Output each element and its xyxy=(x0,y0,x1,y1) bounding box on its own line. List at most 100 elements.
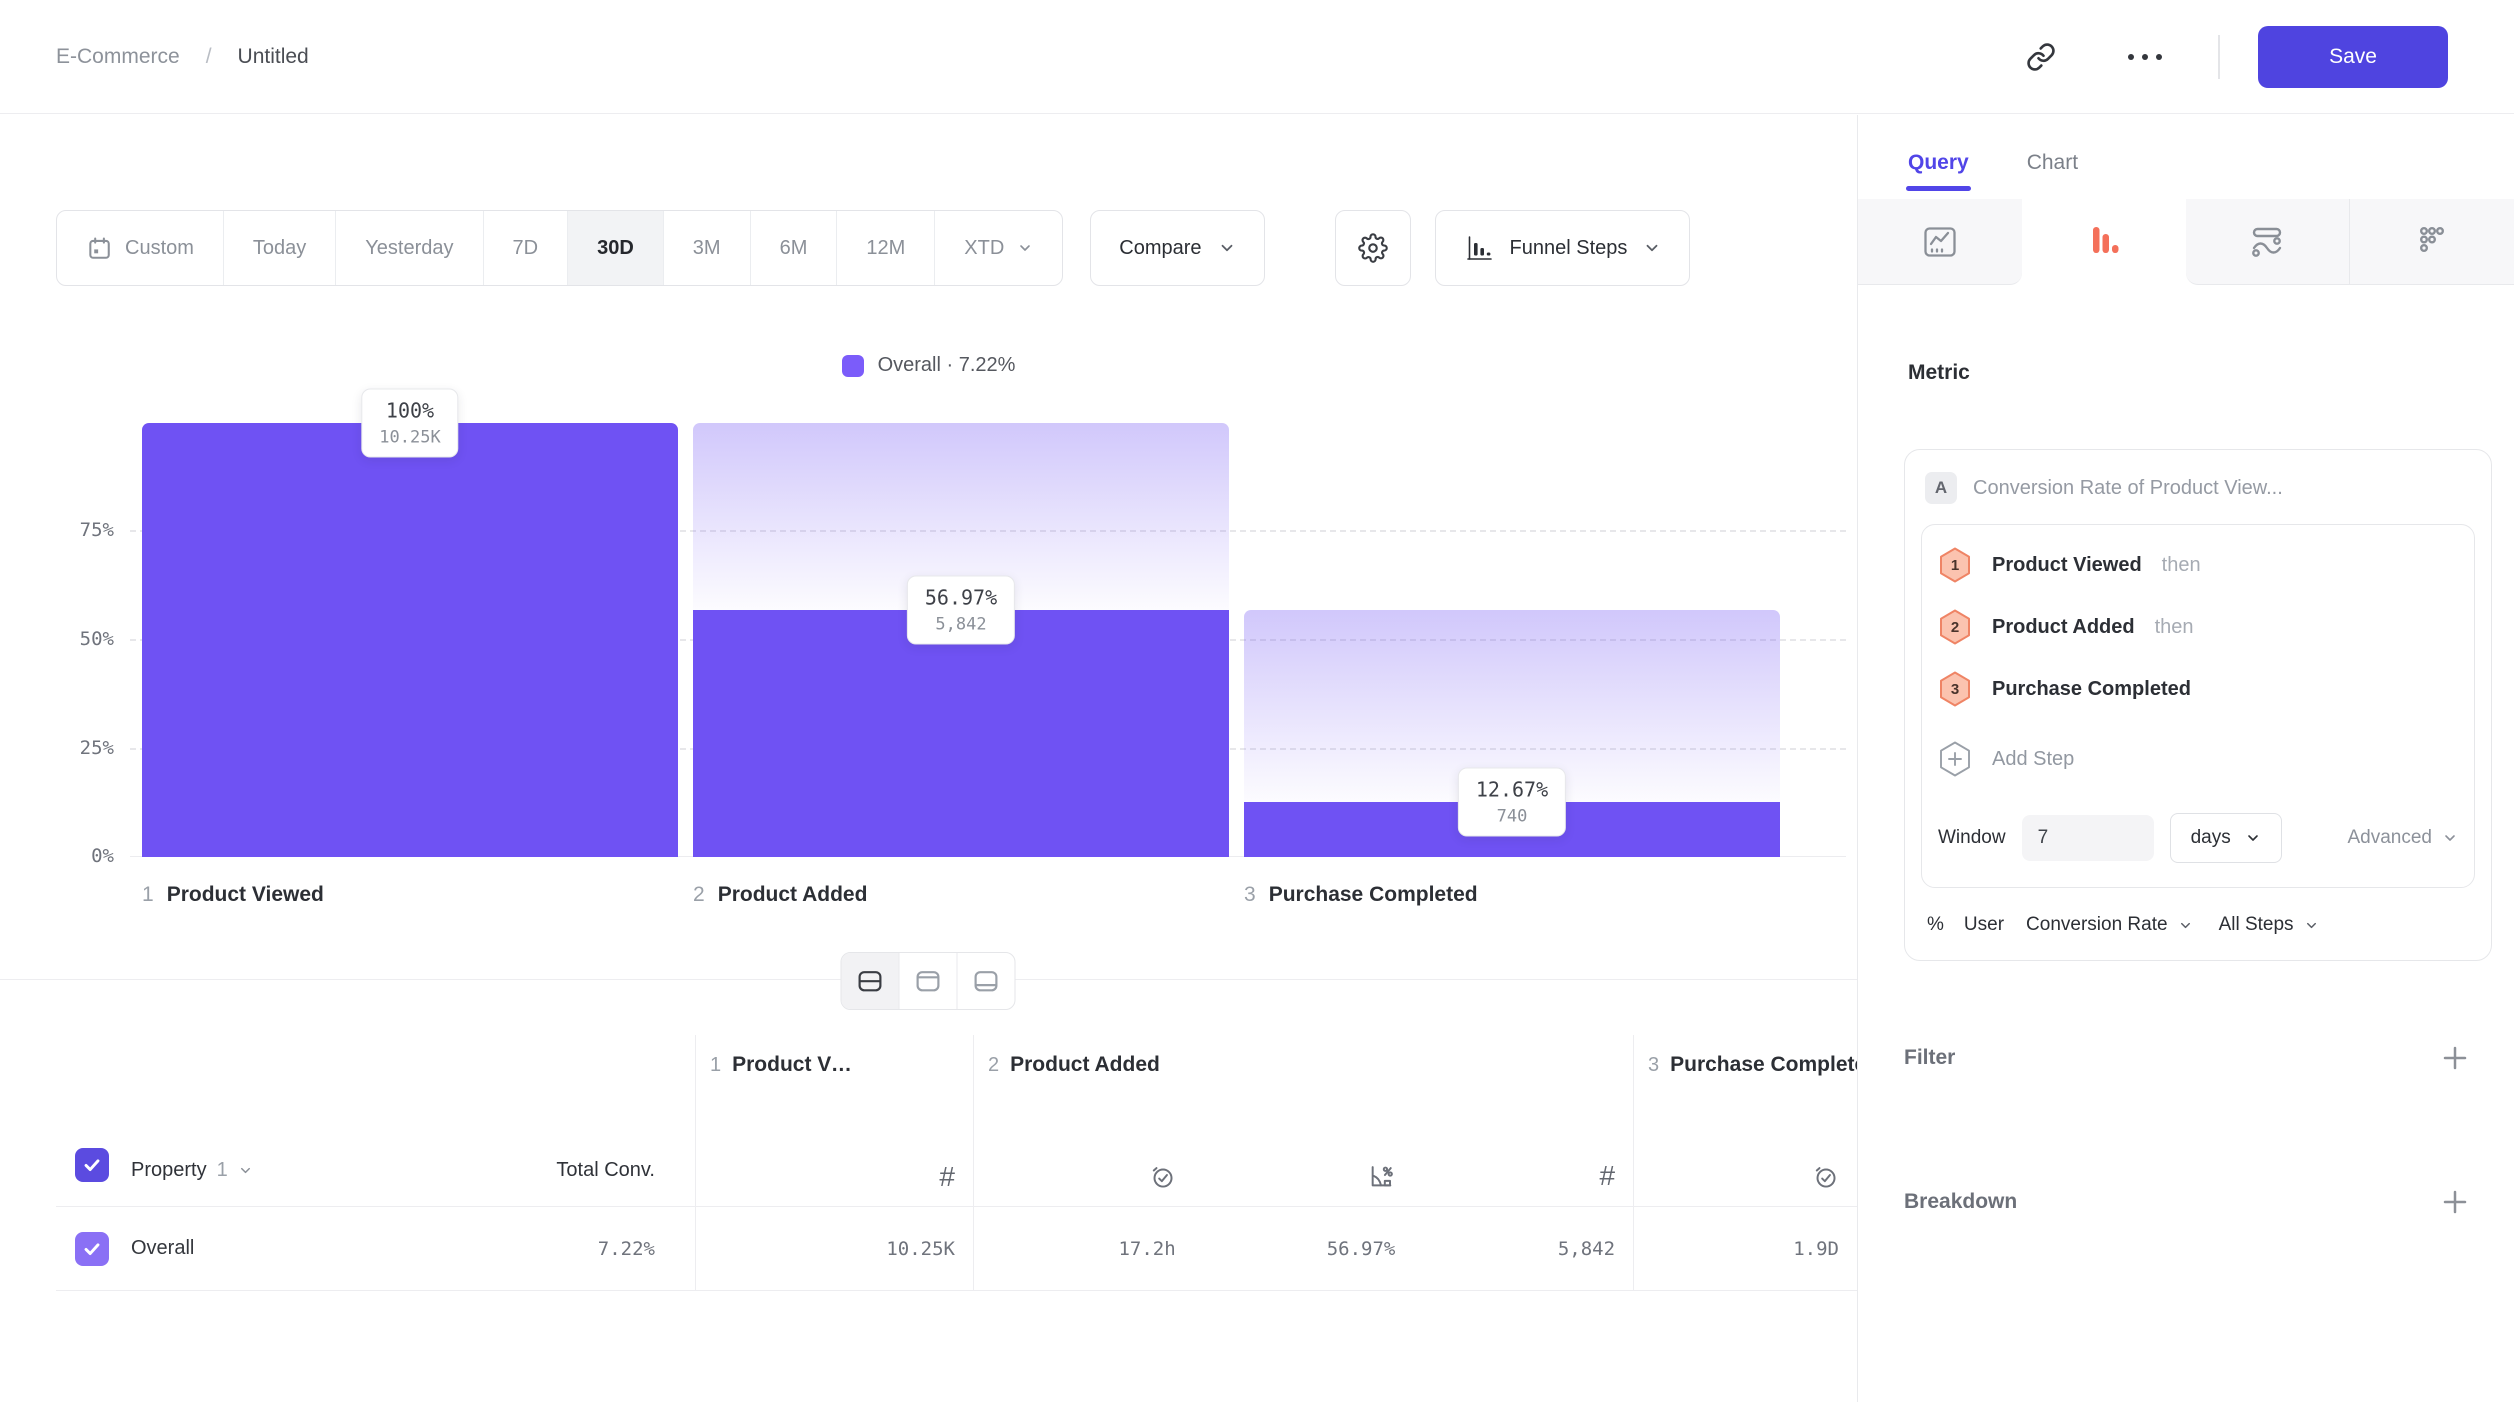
step-connector: then xyxy=(2155,616,2194,639)
tooltip-count: 740 xyxy=(1476,807,1548,827)
add-step-button[interactable]: Add Step xyxy=(1938,741,2458,777)
query-step-3[interactable]: 3 Purchase Completed xyxy=(1938,671,2458,707)
split-view-icon xyxy=(857,968,884,995)
total-conv-header[interactable]: Total Conv. xyxy=(556,1159,655,1182)
date-range-label: XTD xyxy=(964,237,1004,260)
tab-query[interactable]: Query xyxy=(1908,151,1969,199)
tooltip-percent: 100% xyxy=(379,399,440,423)
flows-icon xyxy=(2412,222,2452,262)
chart-settings-button[interactable] xyxy=(1335,210,1411,286)
funnel-bar-step-1[interactable]: 100% 10.25K xyxy=(142,423,678,857)
time-to-convert-icon xyxy=(1812,1163,1839,1190)
date-range-xtd[interactable]: XTD xyxy=(935,211,1062,285)
tab-chart[interactable]: Chart xyxy=(2027,151,2078,199)
col-step-name: Purchase Completed xyxy=(1670,1053,1857,1077)
col-step-number: 3 xyxy=(1648,1054,1659,1077)
chart-legend[interactable]: Overall · 7.22% xyxy=(0,354,1857,377)
table-header: Property 1 Total Conv. 1 Product Viewed xyxy=(56,1035,1857,1207)
select-all-checkbox[interactable] xyxy=(75,1148,109,1182)
col-header-step-1[interactable]: 1 Product Viewed xyxy=(696,1053,973,1077)
date-range-7d[interactable]: 7D xyxy=(484,211,569,285)
add-step-label: Add Step xyxy=(1992,748,2074,771)
count-hash-icon: # xyxy=(1599,1163,1615,1190)
table-row-overall[interactable]: Overall 7.22% 10.25K 17.2h 56.97% 5,842 … xyxy=(56,1207,1857,1291)
layout-toggle-table-only[interactable] xyxy=(958,953,1015,1009)
chart-type-insights[interactable] xyxy=(1858,199,2022,285)
chart-type-funnels-selected[interactable] xyxy=(2022,199,2186,285)
window-unit-dropdown[interactable]: days xyxy=(2170,813,2282,863)
table-section: Property 1 Total Conv. 1 Product Viewed xyxy=(0,979,1857,1291)
add-breakdown-button[interactable] xyxy=(2440,1187,2470,1217)
counting-entity-dropdown[interactable]: User xyxy=(1964,914,2004,936)
bar-value-tooltip: 100% 10.25K xyxy=(361,389,458,458)
chart-toolbar: Custom Today Yesterday 7D 30D 3M 6M 12M … xyxy=(56,210,1857,286)
bottom-panel-icon xyxy=(973,968,1000,995)
steps-scope-dropdown[interactable]: All Steps xyxy=(2219,914,2319,936)
y-tick-75: 75% xyxy=(56,519,114,541)
step-hexagon-badge: 3 xyxy=(1938,671,1972,707)
layout-toggle-chart-only[interactable] xyxy=(900,953,958,1009)
window-value-input[interactable] xyxy=(2022,815,2154,861)
metric-section-heading: Metric xyxy=(1908,361,2514,385)
funnel-bar-step-3[interactable]: 12.67% 740 xyxy=(1244,423,1780,857)
breadcrumb-project[interactable]: E-Commerce xyxy=(56,45,180,69)
chevron-down-icon xyxy=(238,1163,253,1178)
insights-icon xyxy=(1920,222,1960,262)
chart-type-flows[interactable] xyxy=(2349,199,2514,285)
cell-step1-count: 10.25K xyxy=(695,1207,973,1290)
top-panel-icon xyxy=(915,968,942,995)
layout-toggle-split-view[interactable] xyxy=(842,953,900,1009)
cell-step2-time: 17.2h xyxy=(974,1207,1194,1290)
tooltip-percent: 12.67% xyxy=(1476,778,1548,802)
layout-toggle-group xyxy=(841,952,1016,1010)
query-step-1[interactable]: 1 Product Viewed then xyxy=(1938,547,2458,583)
date-range-12m[interactable]: 12M xyxy=(837,211,935,285)
measure-dropdown[interactable]: Conversion Rate xyxy=(2026,914,2193,936)
more-options-button[interactable] xyxy=(2128,54,2162,60)
col-header-step-3[interactable]: 3 Purchase Completed xyxy=(1634,1053,1857,1077)
chevron-down-icon xyxy=(1218,239,1236,257)
funnel-steps-card: 1 Product Viewed then 2 Product Added th… xyxy=(1921,524,2475,888)
bar-converted-segment xyxy=(693,610,1229,857)
metric-icon-cell: # xyxy=(696,1164,973,1190)
breakdown-section-row: Breakdown xyxy=(1904,1187,2470,1217)
date-range-today[interactable]: Today xyxy=(224,211,336,285)
funnel-bar-step-2[interactable]: 56.97% 5,842 xyxy=(693,423,1229,857)
retention-icon xyxy=(2247,222,2287,262)
conversion-rate-icon xyxy=(1368,1163,1395,1190)
plus-icon xyxy=(2440,1043,2470,1073)
chart-type-retention[interactable] xyxy=(2186,199,2350,285)
date-range-6m[interactable]: 6M xyxy=(751,211,838,285)
share-link-button[interactable] xyxy=(2026,42,2056,72)
date-range-custom[interactable]: Custom xyxy=(57,211,224,285)
col-header-step-2[interactable]: 2 Product Added xyxy=(974,1053,1633,1077)
cell-step2-group: 17.2h 56.97% 5,842 xyxy=(973,1207,1633,1290)
bar-value-tooltip: 12.67% 740 xyxy=(1458,768,1566,837)
metric-footer-row: % User Conversion Rate All Steps xyxy=(1921,888,2475,952)
compare-button[interactable]: Compare xyxy=(1090,210,1264,286)
metric-icon-cell xyxy=(1634,1163,1857,1190)
col-step-number: 2 xyxy=(988,1054,999,1077)
advanced-dropdown[interactable]: Advanced xyxy=(2347,827,2458,849)
date-range-3m[interactable]: 3M xyxy=(664,211,751,285)
date-range-30d-selected[interactable]: 30D xyxy=(568,211,664,285)
save-button[interactable]: Save xyxy=(2258,26,2448,88)
property-number: 1 xyxy=(217,1159,228,1182)
add-filter-button[interactable] xyxy=(2440,1043,2470,1073)
check-icon xyxy=(81,1238,103,1260)
chevron-down-icon xyxy=(2442,830,2458,846)
row-checkbox[interactable] xyxy=(75,1232,109,1266)
breadcrumb-report-title[interactable]: Untitled xyxy=(238,45,309,69)
property-selector[interactable]: Property 1 xyxy=(131,1159,253,1182)
metric-title-row[interactable]: A Conversion Rate of Product View... xyxy=(1921,472,2475,524)
chart-view-selector[interactable]: Funnel Steps xyxy=(1435,210,1691,286)
cell-step3-time: 1.9D xyxy=(1633,1207,1857,1290)
percent-measure-icon[interactable]: % xyxy=(1927,914,1944,936)
date-range-yesterday[interactable]: Yesterday xyxy=(336,211,483,285)
row-name: Overall xyxy=(131,1237,194,1260)
query-step-2[interactable]: 2 Product Added then xyxy=(1938,609,2458,645)
calendar-icon xyxy=(86,235,112,261)
bar-converted-segment xyxy=(142,423,678,857)
table-col-step-2: 2 Product Added xyxy=(973,1035,1633,1206)
table-row-left: Overall 7.22% xyxy=(56,1207,695,1290)
